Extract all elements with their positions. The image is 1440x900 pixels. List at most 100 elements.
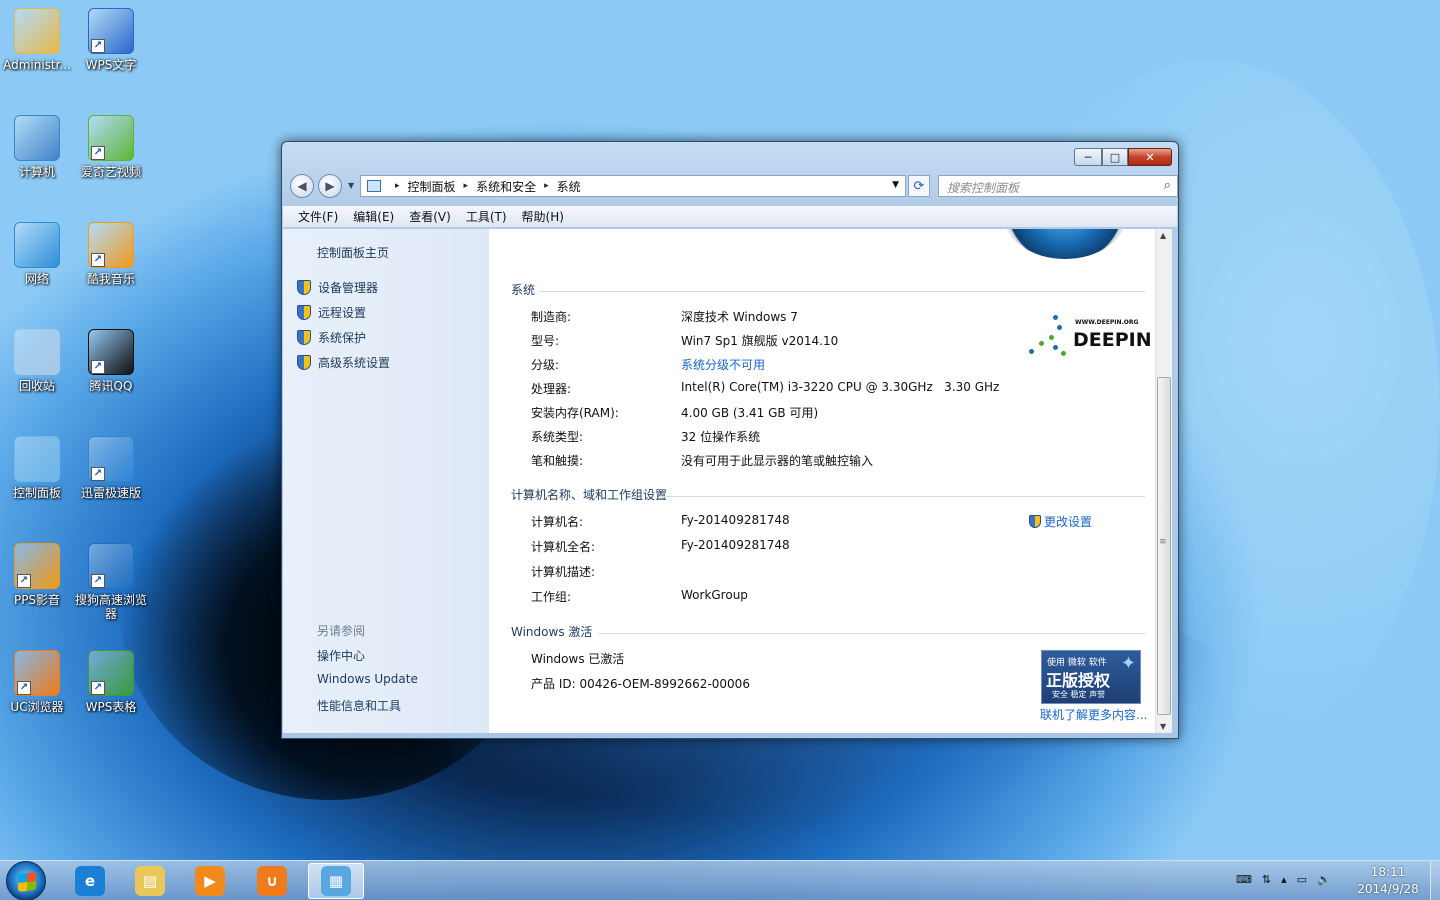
- desktop-icon-label: 网络: [24, 272, 49, 286]
- remote-settings-label: 远程设置: [318, 306, 367, 320]
- refresh-button[interactable]: ⟳: [908, 175, 930, 197]
- search-icon[interactable]: ⌕: [1164, 178, 1171, 193]
- start-button[interactable]: [6, 861, 46, 900]
- workgroup-value: WorkGroup: [681, 588, 748, 602]
- processor-value: Intel(R) Core(TM) i3-3220 CPU @ 3.30GHz …: [681, 380, 1000, 394]
- desktop-icon[interactable]: ↗ 腾讯QQ: [74, 329, 148, 393]
- desktop-icon-label: 回收站: [18, 379, 55, 393]
- advanced-settings-link[interactable]: 高级系统设置: [297, 354, 390, 371]
- deepin-logo: WWW.DEEPIN.ORG DEEPIN: [1023, 311, 1152, 367]
- windows-flag-icon: [18, 872, 36, 892]
- menu-file[interactable]: 文件(F): [298, 208, 338, 225]
- deepin-url: WWW.DEEPIN.ORG: [1075, 319, 1139, 326]
- control-panel-home-link[interactable]: 控制面板主页: [317, 244, 389, 261]
- taskbar-app-button[interactable]: ▶: [182, 863, 238, 899]
- manufacturer-label: 制造商:: [531, 310, 572, 324]
- shortcut-arrow-icon: ↗: [17, 574, 31, 588]
- desktop-icon[interactable]: 网络: [0, 222, 74, 286]
- address-bar[interactable]: ▸ 控制面板 ▸ 系统和安全 ▸ 系统 ▼: [360, 175, 906, 197]
- desktop-icon[interactable]: 计算机: [0, 115, 74, 179]
- scroll-down-icon[interactable]: ▼: [1160, 722, 1166, 731]
- activation-heading: Windows 激活: [511, 625, 593, 639]
- show-desktop-button[interactable]: [1430, 861, 1440, 900]
- desktop-icon-label: WPS文字: [85, 58, 137, 72]
- address-dropdown-icon[interactable]: ▼: [892, 180, 899, 190]
- vertical-scrollbar[interactable]: ▲ ≡ ▼: [1155, 229, 1172, 733]
- control-panel-icon: [14, 436, 60, 482]
- uc-browser-icon: ↗: [14, 650, 60, 696]
- desktop-icon[interactable]: ↗ UC浏览器: [0, 650, 74, 714]
- system-heading: 系统: [511, 283, 536, 297]
- change-settings-link[interactable]: 更改设置: [1029, 513, 1092, 530]
- sogou-browser-icon: ↗: [88, 543, 134, 589]
- keyboard-icon[interactable]: ⌨: [1236, 873, 1252, 886]
- menu-help[interactable]: 帮助(H): [522, 208, 564, 225]
- desktop-icon[interactable]: ↗ 爱奇艺视频: [74, 115, 148, 179]
- system-window: ─ □ ✕ ◀ ▶ ▼ ▸ 控制面板 ▸ 系统和安全 ▸ 系统 ▼ ⟳ 搜索控制…: [281, 141, 1179, 739]
- performance-tools-link[interactable]: 性能信息和工具: [317, 697, 401, 714]
- forward-button[interactable]: ▶: [318, 174, 342, 198]
- show-hidden-icons-icon[interactable]: ▴: [1281, 873, 1287, 886]
- shortcut-arrow-icon: ↗: [91, 681, 105, 695]
- desktop-icon[interactable]: 控制面板: [0, 436, 74, 500]
- remote-settings-link[interactable]: 远程设置: [297, 304, 366, 321]
- breadcrumb-system-security[interactable]: 系统和安全: [476, 178, 536, 195]
- desktop-icon[interactable]: ↗ 迅雷极速版: [74, 436, 148, 500]
- desktop-icon-label: Administr...: [3, 58, 71, 72]
- breadcrumb-system[interactable]: 系统: [557, 178, 581, 195]
- action-center-link[interactable]: 操作中心: [317, 647, 365, 664]
- device-manager-link[interactable]: 设备管理器: [297, 279, 378, 296]
- clock[interactable]: 18:11 2014/9/28: [1350, 864, 1426, 898]
- desktop-icon-label: 腾讯QQ: [89, 379, 133, 393]
- taskbar-app-button[interactable]: e: [62, 863, 118, 899]
- volume-icon[interactable]: 🔈: [1317, 873, 1331, 886]
- divider: [659, 496, 1145, 497]
- uc-browser-taskbar-icon: ∪: [257, 866, 287, 896]
- maximize-button[interactable]: □: [1102, 148, 1128, 166]
- taskbar: e ▤ ▶ ∪ ▦ ⌨ ⇅ ▴ ▭ 🔈 18:11 2014/9/28: [0, 860, 1440, 900]
- learn-more-link[interactable]: 联机了解更多内容...: [1040, 706, 1147, 723]
- network-sync-icon[interactable]: ⇅: [1262, 873, 1271, 886]
- breadcrumb-separator[interactable]: ▸: [395, 181, 400, 191]
- system-type-value: 32 位操作系统: [681, 430, 761, 444]
- clock-time: 18:11: [1370, 865, 1406, 879]
- genuine-badge[interactable]: 使用 微软 软件 正版授权 安全 稳定 声誉 ✦: [1041, 650, 1141, 704]
- windows-update-link[interactable]: Windows Update: [317, 672, 418, 686]
- breadcrumb-separator[interactable]: ▸: [544, 181, 549, 191]
- clock-date: 2014/9/28: [1357, 882, 1419, 896]
- desktop-icon[interactable]: ↗ PPS影音: [0, 543, 74, 607]
- minimize-button[interactable]: ─: [1074, 148, 1102, 166]
- search-input[interactable]: 搜索控制面板 ⌕: [938, 175, 1178, 197]
- desktop-icon[interactable]: ↗ 酷我音乐: [74, 222, 148, 286]
- computer-name-label: 计算机名:: [531, 515, 584, 529]
- shortcut-arrow-icon: ↗: [91, 253, 105, 267]
- desktop-icon[interactable]: ↗ WPS文字: [74, 8, 148, 72]
- product-id: 产品 ID: 00426-OEM-8992662-00006: [531, 677, 750, 691]
- breadcrumb-control-panel[interactable]: 控制面板: [408, 178, 456, 195]
- system-protection-link[interactable]: 系统保护: [297, 329, 366, 346]
- grip-icon: ≡: [1159, 537, 1167, 547]
- menu-tools[interactable]: 工具(T): [466, 208, 507, 225]
- search-placeholder: 搜索控制面板: [947, 181, 1020, 195]
- menu-view[interactable]: 查看(V): [409, 208, 451, 225]
- control-panel-icon: [367, 180, 381, 192]
- desktop-icon[interactable]: ↗ 搜狗高速浏览器: [74, 543, 148, 621]
- scroll-up-icon[interactable]: ▲: [1160, 231, 1166, 240]
- breadcrumb-separator[interactable]: ▸: [464, 181, 469, 191]
- desktop-icon-label: 酷我音乐: [86, 272, 135, 286]
- desktop-icon[interactable]: ↗ WPS表格: [74, 650, 148, 714]
- close-button[interactable]: ✕: [1128, 148, 1172, 166]
- taskbar-app-button[interactable]: ▤: [122, 863, 178, 899]
- taskbar-app-button[interactable]: ∪: [244, 863, 300, 899]
- taskbar-app-button[interactable]: ▦: [308, 863, 364, 899]
- recent-pages-dropdown[interactable]: ▼: [348, 181, 354, 190]
- pen-touch-label: 笔和触摸:: [531, 454, 584, 468]
- desktop-icon[interactable]: Administr...: [0, 8, 74, 72]
- media-player-icon: ▶: [195, 866, 225, 896]
- menu-edit[interactable]: 编辑(E): [353, 208, 394, 225]
- network-icon[interactable]: ▭: [1297, 873, 1307, 886]
- back-button[interactable]: ◀: [290, 174, 314, 198]
- system-protection-label: 系统保护: [318, 331, 367, 345]
- rating-link[interactable]: 系统分级不可用: [681, 356, 765, 373]
- desktop-icon[interactable]: 回收站: [0, 329, 74, 393]
